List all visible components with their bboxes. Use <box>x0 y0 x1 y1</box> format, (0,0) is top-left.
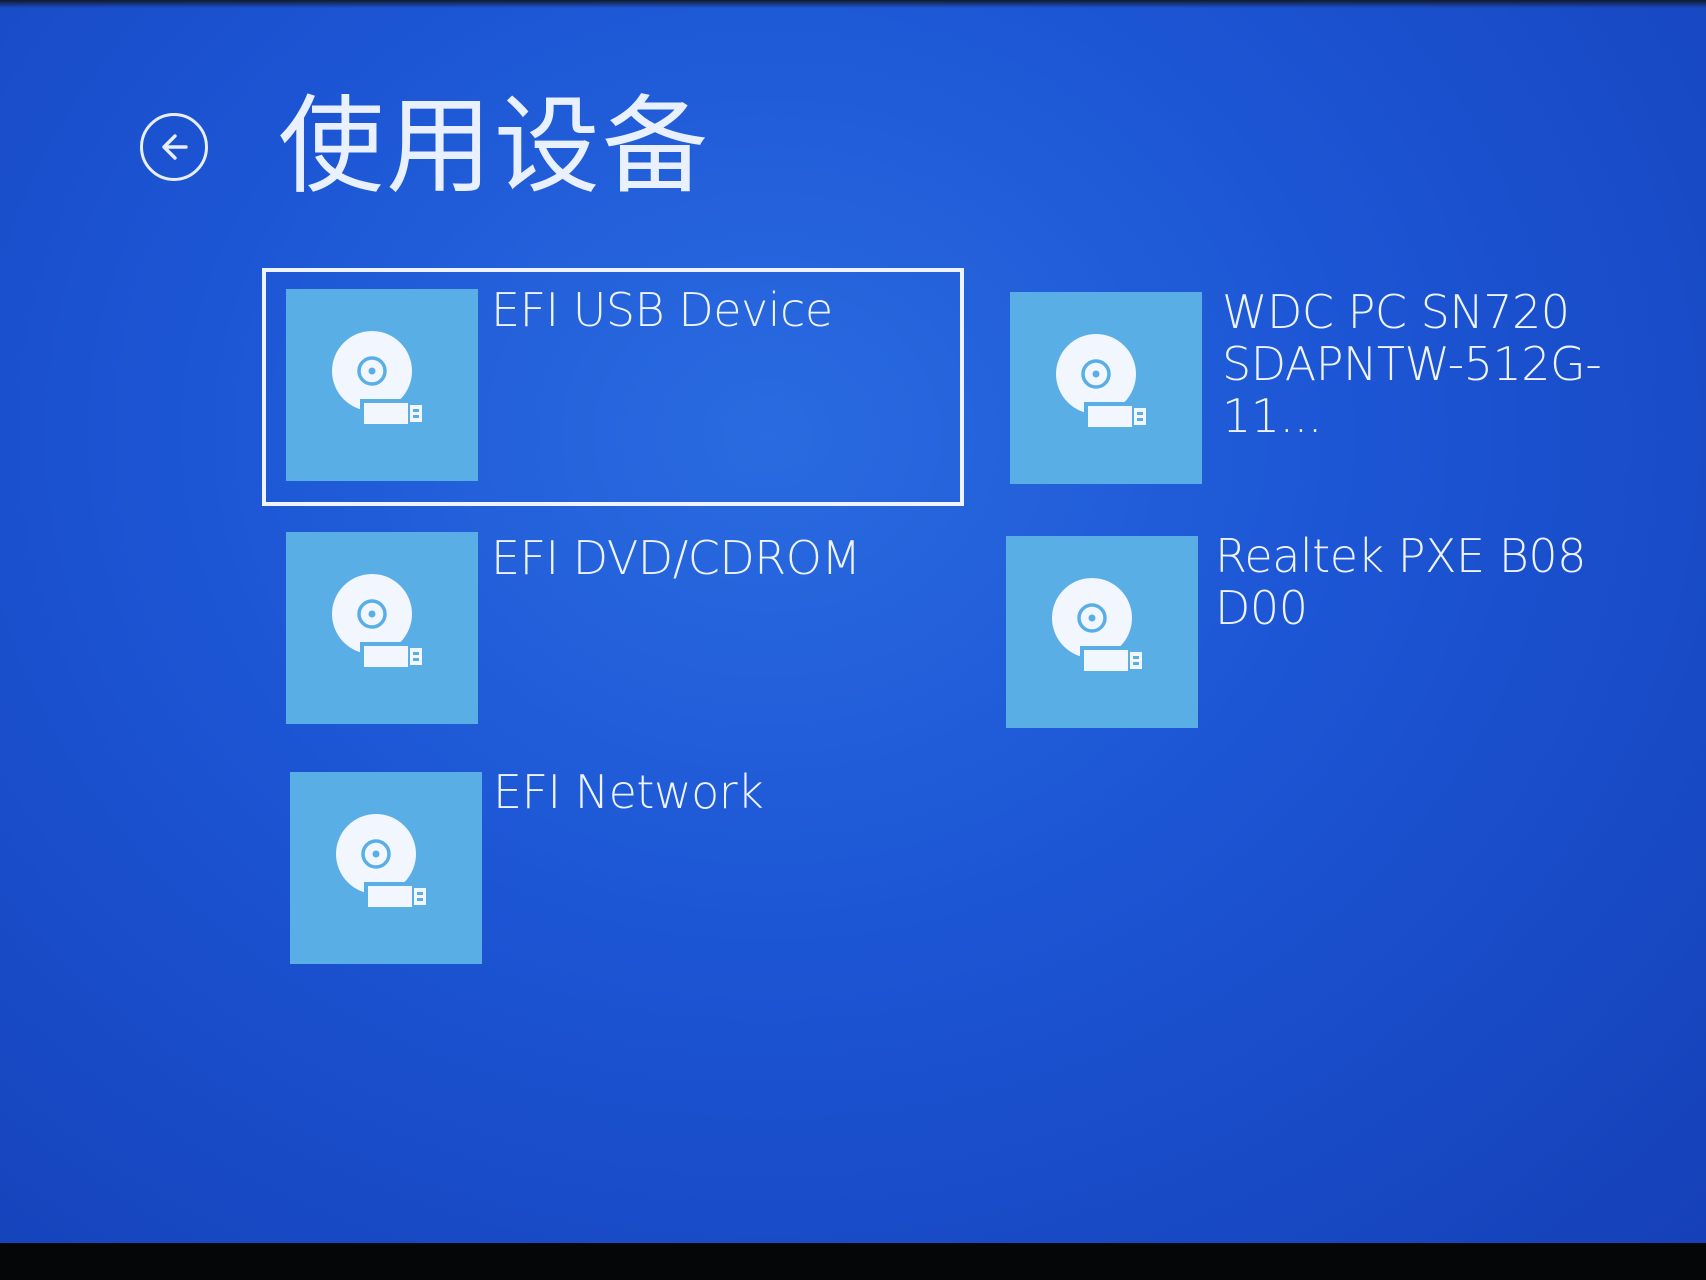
device-realtek-pxe[interactable]: Realtek PXE B08 D00 <box>1006 530 1656 732</box>
device-label: EFI USB Device <box>491 283 833 337</box>
disk-usb-icon <box>1052 578 1142 674</box>
monitor-bezel-top <box>0 0 1706 8</box>
device-tile <box>286 289 478 481</box>
device-tile <box>1006 536 1198 728</box>
monitor-bezel-bottom <box>0 1243 1706 1280</box>
disk-usb-icon <box>332 331 422 427</box>
device-tile <box>1010 292 1202 484</box>
device-tile <box>290 772 482 964</box>
disk-usb-icon <box>332 574 422 670</box>
page-title: 使用设备 <box>278 85 710 208</box>
disk-usb-icon <box>1056 334 1146 430</box>
device-efi-usb[interactable]: EFI USB Device <box>262 268 964 506</box>
back-button[interactable] <box>140 113 208 181</box>
device-label: Realtek PXE B08 D00 <box>1215 529 1586 635</box>
device-efi-network[interactable]: EFI Network <box>288 766 928 968</box>
device-label: WDC PC SN720 SDAPNTW-512G-11... <box>1222 285 1602 443</box>
device-wdc-ssd[interactable]: WDC PC SN720 SDAPNTW-512G-11... <box>1010 286 1660 490</box>
disk-usb-icon <box>336 814 426 910</box>
device-tile <box>286 532 478 724</box>
back-arrow-icon <box>162 134 188 160</box>
device-label: EFI Network <box>493 765 764 819</box>
device-label: EFI DVD/CDROM <box>491 531 861 585</box>
boot-device-screen: 使用设备 EFI USB Device WDC PC SN720 SDAPNTW… <box>0 0 1706 1243</box>
device-efi-dvd[interactable]: EFI DVD/CDROM <box>286 532 926 728</box>
